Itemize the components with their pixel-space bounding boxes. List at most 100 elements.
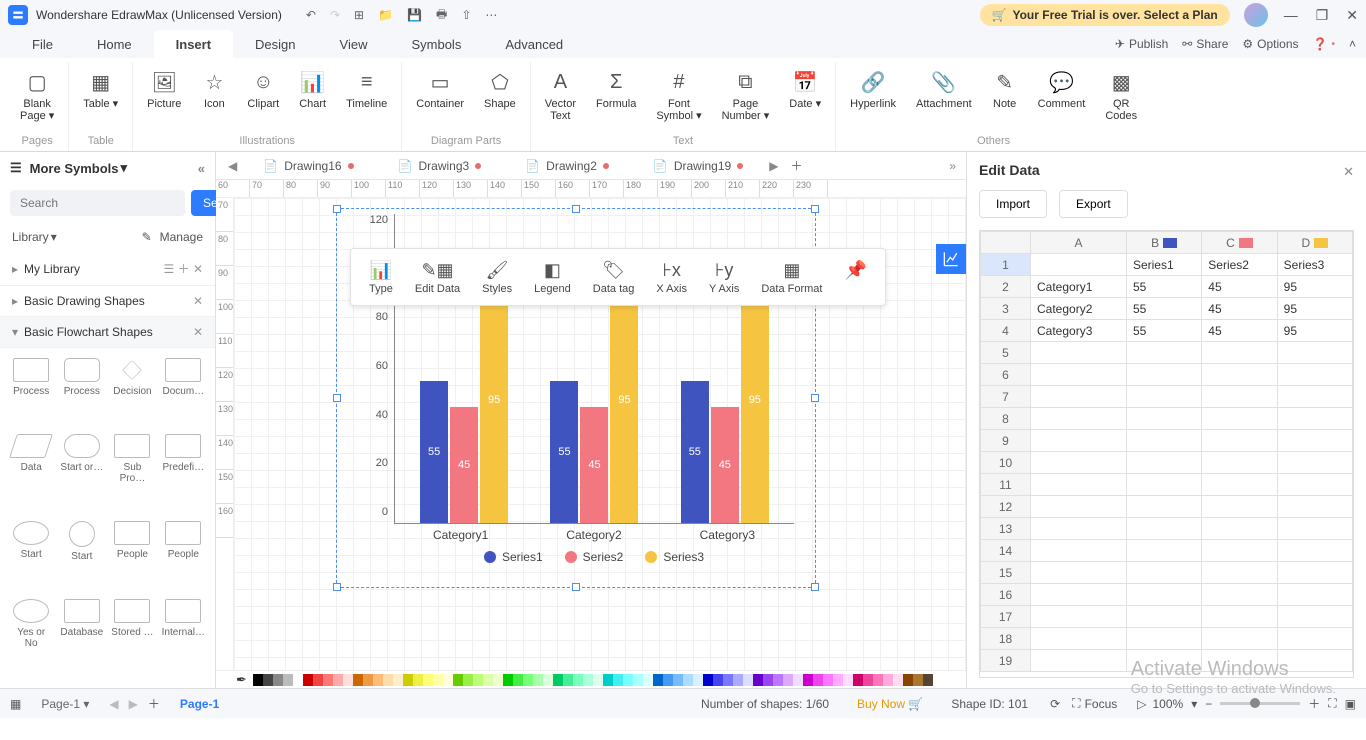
bar-Series1-Category3[interactable]: 55 — [681, 381, 709, 523]
export-icon[interactable]: ⇧ — [461, 8, 471, 22]
color-swatch[interactable] — [323, 674, 333, 686]
menu-advanced[interactable]: Advanced — [483, 30, 585, 58]
tab-drawing19[interactable]: 📄Drawing19 — [631, 152, 765, 180]
color-swatch[interactable] — [773, 674, 783, 686]
chart-tool-data-tag[interactable]: 🏷Data tag — [583, 255, 645, 299]
my-library[interactable]: My Library — [24, 262, 80, 276]
tab-drawing16[interactable]: 📄Drawing16 — [241, 152, 375, 180]
ribbon-container[interactable]: ▭Container — [406, 62, 474, 133]
buy-now-link[interactable]: Buy Now 🛒 — [857, 697, 923, 711]
shape-database[interactable]: Database — [58, 597, 105, 680]
ribbon-icon[interactable]: ☆Icon — [191, 62, 237, 133]
shape-subpro[interactable]: Sub Pro… — [109, 432, 155, 515]
color-swatch[interactable] — [823, 674, 833, 686]
shape-docum[interactable]: Docum… — [160, 356, 207, 428]
tab-next-icon[interactable]: ▶ — [765, 159, 782, 173]
color-swatch[interactable] — [793, 674, 803, 686]
legend-Series1[interactable]: Series1 — [484, 550, 543, 564]
color-swatch[interactable] — [683, 674, 693, 686]
color-swatch[interactable] — [583, 674, 593, 686]
bar-Series2-Category3[interactable]: 45 — [711, 407, 739, 523]
options-link[interactable]: ⚙ Options — [1242, 37, 1298, 51]
edit-icon[interactable]: ✎ — [142, 230, 152, 244]
menu-symbols[interactable]: Symbols — [389, 30, 483, 58]
next-page-icon[interactable]: ▶ — [129, 697, 138, 711]
close-panel-icon[interactable]: ✕ — [1343, 164, 1354, 180]
chart-tool-legend[interactable]: ◧Legend — [524, 255, 581, 299]
shape-people[interactable]: People — [160, 519, 207, 593]
pin-icon[interactable]: 📌 — [834, 255, 876, 299]
hamburger-icon[interactable]: ☰ — [10, 160, 22, 176]
page-selector[interactable]: Page-1 ▾ — [31, 693, 99, 715]
eyedropper-icon[interactable]: ✒ — [236, 672, 247, 688]
color-swatch[interactable] — [283, 674, 293, 686]
ribbon-date[interactable]: 📅Date ▾ — [779, 62, 831, 133]
chart-tool-edit-data[interactable]: ✎▦Edit Data — [405, 255, 470, 299]
color-swatch[interactable] — [543, 674, 553, 686]
color-swatch[interactable] — [923, 674, 933, 686]
color-swatch[interactable] — [853, 674, 863, 686]
color-swatch[interactable] — [353, 674, 363, 686]
save-icon[interactable]: 💾 — [407, 8, 422, 22]
color-swatch[interactable] — [813, 674, 823, 686]
color-swatch[interactable] — [553, 674, 563, 686]
color-swatch[interactable] — [573, 674, 583, 686]
search-input[interactable] — [10, 190, 185, 216]
ribbon-hyperlink[interactable]: 🔗Hyperlink — [840, 62, 906, 133]
ribbon-comment[interactable]: 💬Comment — [1028, 62, 1096, 133]
ribbon-page-number[interactable]: ⧉PageNumber ▾ — [712, 62, 780, 133]
menu-file[interactable]: File — [10, 30, 75, 58]
color-swatch[interactable] — [633, 674, 643, 686]
bar-Series3-Category2[interactable]: 95 — [610, 278, 638, 523]
color-swatch[interactable] — [713, 674, 723, 686]
new-icon[interactable]: ⊞ — [354, 8, 364, 22]
shape-yesorno[interactable]: Yes or No — [8, 597, 54, 680]
data-sheet[interactable]: ABCD1Series1Series2Series32Category15545… — [979, 230, 1354, 678]
color-swatch[interactable] — [623, 674, 633, 686]
color-swatch[interactable] — [673, 674, 683, 686]
legend-Series2[interactable]: Series2 — [565, 550, 624, 564]
notification-icon[interactable]: ❓• — [1313, 37, 1335, 51]
redo-icon[interactable]: ↷ — [330, 8, 340, 22]
trial-notice[interactable]: 🛒 Your Free Trial is over. Select a Plan — [980, 4, 1230, 26]
color-swatch[interactable] — [253, 674, 263, 686]
ribbon-qr-codes[interactable]: ▩QRCodes — [1095, 62, 1147, 133]
color-swatch[interactable] — [343, 674, 353, 686]
user-avatar[interactable] — [1244, 3, 1268, 27]
color-swatch[interactable] — [703, 674, 713, 686]
chart-panel-toggle[interactable] — [936, 244, 966, 274]
color-swatch[interactable] — [293, 674, 303, 686]
fullscreen-icon[interactable]: ▣ — [1345, 697, 1356, 711]
ribbon-picture[interactable]: 🖼Picture — [137, 62, 191, 133]
color-swatch[interactable] — [433, 674, 443, 686]
color-swatch[interactable] — [873, 674, 883, 686]
maximize-icon[interactable]: ❐ — [1316, 7, 1329, 24]
legend-Series3[interactable]: Series3 — [645, 550, 704, 564]
color-swatch[interactable] — [883, 674, 893, 686]
color-swatch[interactable] — [383, 674, 393, 686]
export-button[interactable]: Export — [1059, 190, 1128, 218]
color-swatch[interactable] — [493, 674, 503, 686]
color-swatch[interactable] — [313, 674, 323, 686]
color-swatch[interactable] — [483, 674, 493, 686]
color-swatch[interactable] — [603, 674, 613, 686]
sync-icon[interactable]: ⟳ — [1050, 697, 1060, 711]
chart-tool-styles[interactable]: 🖌Styles — [472, 255, 522, 299]
color-swatch[interactable] — [843, 674, 853, 686]
zoom-controls[interactable]: 100%▾ −＋ — [1152, 695, 1320, 712]
color-swatch[interactable] — [393, 674, 403, 686]
quick-dots-icon[interactable]: ⋯ — [485, 8, 497, 22]
bar-Series1-Category1[interactable]: 55 — [420, 381, 448, 523]
import-button[interactable]: Import — [979, 190, 1047, 218]
section-close-icon[interactable]: ✕ — [193, 325, 203, 339]
shape-start[interactable]: Start — [58, 519, 105, 593]
shape-internal[interactable]: Internal… — [160, 597, 207, 680]
ribbon-timeline[interactable]: ≡Timeline — [336, 62, 397, 133]
color-swatch[interactable] — [373, 674, 383, 686]
menu-home[interactable]: Home — [75, 30, 154, 58]
section-basic-drawing[interactable]: Basic Drawing Shapes — [24, 294, 145, 308]
tabs-overflow-icon[interactable]: » — [939, 159, 966, 173]
add-page-icon[interactable]: ＋ — [148, 695, 160, 712]
color-swatch[interactable] — [453, 674, 463, 686]
color-swatch[interactable] — [833, 674, 843, 686]
